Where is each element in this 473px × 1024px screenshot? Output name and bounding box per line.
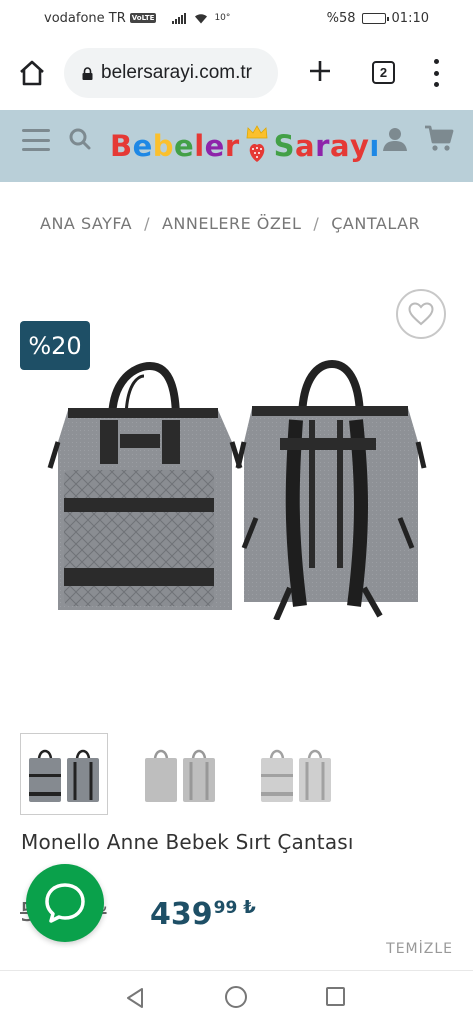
breadcrumb-item-mothers[interactable]: ANNELERE ÖZEL <box>162 214 301 233</box>
plus-icon[interactable] <box>307 58 333 84</box>
chat-icon <box>45 883 85 923</box>
url-text[interactable]: belersarayi.com.tr <box>101 62 252 84</box>
logo-letter: e <box>132 129 153 163</box>
hamburger-icon[interactable] <box>22 129 50 151</box>
cart-icon[interactable] <box>424 124 454 152</box>
tab-switcher-button[interactable]: 2 <box>372 61 395 84</box>
new-price: 439 99 ₺ <box>150 898 256 932</box>
logo-letter: r <box>315 129 330 163</box>
logo-letter: e <box>174 129 195 163</box>
system-nav-bar <box>0 970 473 1024</box>
status-right: %58 01:10 <box>327 11 429 26</box>
site-logo[interactable]: Bebeler Sarayı <box>110 118 380 174</box>
logo-letter: r <box>224 129 240 163</box>
chat-button[interactable] <box>26 864 104 942</box>
thumbnail-strip <box>20 733 340 815</box>
volte-badge: VoLTE <box>129 13 157 23</box>
user-icon[interactable] <box>382 126 408 152</box>
new-price-currency: ₺ <box>243 897 256 918</box>
logo-text-left: Bebeler <box>110 129 240 163</box>
status-bar: vodafone TR VoLTE 10° %58 01:10 <box>0 0 473 36</box>
new-price-integer: 439 <box>150 897 213 932</box>
lock-icon <box>82 66 93 80</box>
logo-letter: b <box>152 129 175 163</box>
site-header: Bebeler Sarayı <box>0 110 473 182</box>
recent-apps-icon[interactable] <box>326 987 345 1006</box>
logo-letter: B <box>110 129 133 163</box>
logo-letter: a <box>329 129 351 163</box>
logo-text-right: Sarayı <box>274 129 380 163</box>
strawberry-logo-icon <box>245 125 269 163</box>
new-price-decimal: 99 <box>213 898 238 918</box>
thumbnail-3[interactable] <box>252 733 340 815</box>
nav-home-icon[interactable] <box>225 986 247 1008</box>
product-image[interactable] <box>40 358 440 620</box>
temperature-label: 10° <box>214 13 231 23</box>
logo-letter: S <box>273 129 296 163</box>
signal-icon <box>172 12 187 24</box>
bag-front-view <box>47 361 243 610</box>
breadcrumb-item-home[interactable]: ANA SAYFA <box>40 214 132 233</box>
clear-button[interactable]: TEMİZLE <box>386 941 453 957</box>
clock: 01:10 <box>391 10 429 26</box>
wifi-icon <box>195 13 208 23</box>
status-left: vodafone TR VoLTE 10° <box>44 11 230 26</box>
logo-letter: e <box>204 129 225 163</box>
tab-count: 2 <box>379 65 388 80</box>
search-icon[interactable] <box>68 127 92 151</box>
bag-back-view <box>235 359 427 620</box>
logo-letter: a <box>295 129 316 163</box>
more-vert-icon[interactable] <box>432 59 440 87</box>
carrier-label: vodafone TR <box>44 10 126 26</box>
product-title: Monello Anne Bebek Sırt Çantası <box>21 830 354 854</box>
home-icon[interactable] <box>18 60 46 86</box>
breadcrumb: ANA SAYFA / ANNELERE ÖZEL / ÇANTALAR <box>40 214 420 233</box>
battery-icon <box>361 12 389 24</box>
back-icon[interactable] <box>124 987 146 1009</box>
logo-letter: y <box>350 129 370 163</box>
heart-icon <box>408 302 434 326</box>
battery-percent: %58 <box>326 10 356 26</box>
logo-letter: ı <box>369 129 380 163</box>
breadcrumb-item-bags[interactable]: ÇANTALAR <box>331 214 420 233</box>
thumbnail-2[interactable] <box>136 733 224 815</box>
logo-letter: l <box>194 129 205 163</box>
thumbnail-1[interactable] <box>20 733 108 815</box>
browser-toolbar: belersarayi.com.tr 2 <box>0 36 473 110</box>
wishlist-button[interactable] <box>396 289 446 339</box>
breadcrumb-separator: / <box>144 214 150 233</box>
url-bar[interactable]: belersarayi.com.tr <box>64 48 278 98</box>
breadcrumb-separator: / <box>313 214 320 233</box>
